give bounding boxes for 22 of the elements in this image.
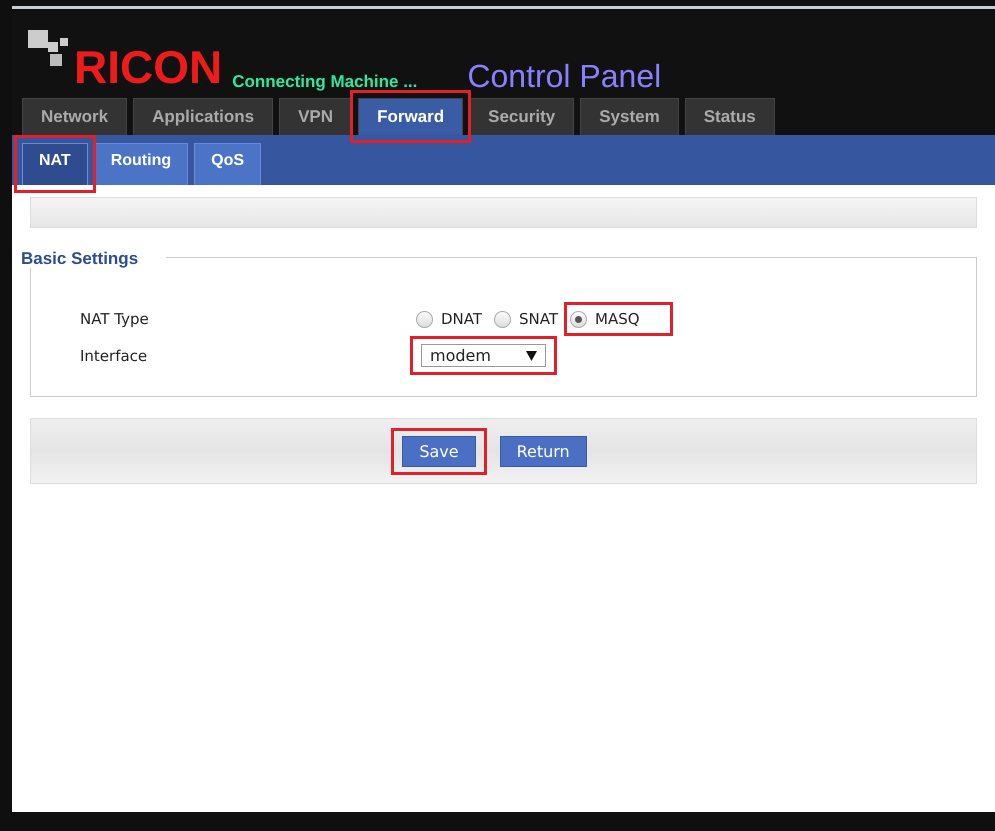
action-button[interactable]: Return	[500, 436, 587, 466]
menu-tab[interactable]: Applications	[133, 98, 274, 135]
radio-option[interactable]: DNAT	[416, 310, 482, 328]
action-button[interactable]: Save	[402, 436, 476, 466]
menu-tab[interactable]: Network	[22, 98, 128, 135]
menu-tab[interactable]: System	[580, 98, 679, 135]
field-label: NAT Type	[79, 310, 150, 328]
panel-title: Control Panel	[467, 60, 662, 92]
radio-option[interactable]: MASQ	[570, 310, 640, 328]
brand-tagline: Connecting Machine ...	[232, 73, 418, 90]
caret-icon	[526, 350, 537, 360]
interface-dropdown[interactable]: modem	[421, 344, 546, 367]
menu-tab[interactable]: VPN	[279, 98, 352, 135]
menu-tab[interactable]: Security	[469, 98, 574, 135]
sub-tab[interactable]: QoS	[194, 143, 262, 185]
section-legend: Basic Settings	[21, 249, 166, 268]
field-label: Interface	[79, 346, 148, 364]
radio-option[interactable]: SNAT	[494, 310, 558, 328]
brand-name: RICON	[74, 44, 222, 90]
menu-tab[interactable]: Status	[684, 98, 775, 135]
sub-tab[interactable]: NAT	[22, 143, 88, 185]
sub-tab[interactable]: Routing	[94, 143, 188, 185]
